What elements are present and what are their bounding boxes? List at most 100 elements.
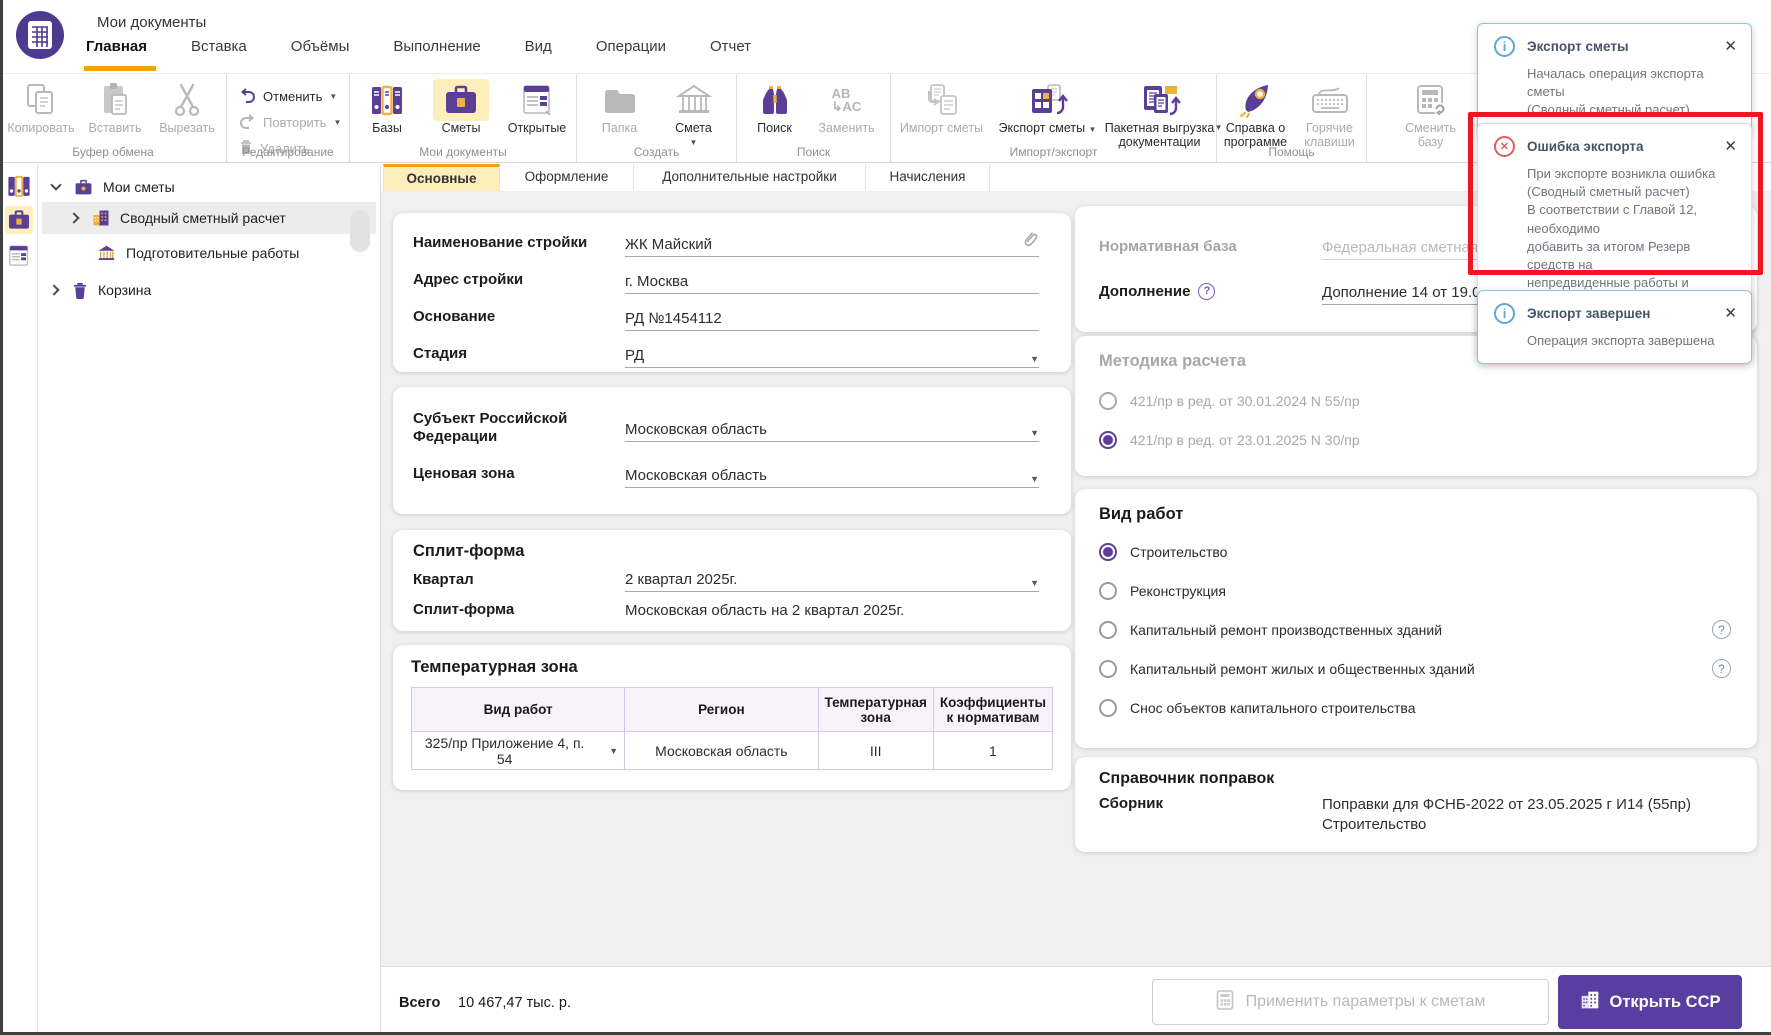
tree-item-trash[interactable]: Корзина (50, 277, 151, 303)
corrections-card: Справочник поправок Сборник Поправки для… (1075, 757, 1757, 852)
region-select[interactable]: Московская область ▼ (625, 414, 1039, 442)
method-option[interactable]: 421/пр в ред. от 23.01.2025 N 30/пр (1099, 420, 1739, 459)
close-icon[interactable]: ✕ (1724, 139, 1737, 154)
work-type-heading: Вид работ (1099, 505, 1731, 524)
replace-ab-ac-icon: AB↳AC (832, 79, 862, 121)
help-icon[interactable]: ? (1712, 659, 1731, 678)
rail-estimates-icon[interactable] (5, 206, 33, 234)
bases-button[interactable]: Базы (352, 79, 422, 135)
chevron-down-icon[interactable]: ▼ (609, 746, 618, 756)
bottom-bar: Всего 10 467,47 тыс. р. Применить параме… (381, 966, 1771, 1032)
work-type-option[interactable]: Капитальный ремонт жилых и общественных … (1099, 649, 1731, 688)
menu-tab-operations[interactable]: Операции (596, 38, 666, 55)
open-ssr-button[interactable]: Открыть ССР (1558, 975, 1742, 1029)
cut-button[interactable]: Вырезать (151, 79, 223, 135)
app-logo-icon (16, 11, 64, 59)
stage-select[interactable]: РД ▼ (625, 340, 1039, 368)
price-zone-select[interactable]: Московская область ▼ (625, 460, 1039, 488)
radio-icon[interactable] (1099, 660, 1117, 678)
work-type-option[interactable]: Строительство (1099, 532, 1731, 571)
menu-tab-view[interactable]: Вид (525, 38, 552, 55)
split-form-card: Сплит-форма Квартал 2 квартал 2025г. ▼ С… (393, 530, 1071, 631)
chevron-down-icon[interactable]: ▼ (1030, 474, 1039, 484)
paperclip-icon[interactable] (1023, 230, 1039, 253)
work-type-option[interactable]: Реконструкция (1099, 571, 1731, 610)
help-icon[interactable]: ? (1198, 283, 1215, 300)
chevron-down-icon[interactable]: ▼ (1030, 428, 1039, 438)
chevron-down-icon[interactable]: ▼ (1030, 578, 1039, 588)
estimate-house-icon (676, 79, 712, 121)
search-button[interactable]: Поиск (742, 79, 808, 135)
chevron-down-icon[interactable] (50, 179, 61, 190)
menu-tab-execution[interactable]: Выполнение (393, 38, 480, 55)
menu-tab-insert[interactable]: Вставка (191, 38, 247, 55)
chevron-down-icon[interactable]: ▼ (1089, 125, 1097, 134)
estimates-button[interactable]: Сметы (422, 79, 500, 135)
chevron-down-icon[interactable]: ▼ (333, 118, 341, 127)
radio-icon[interactable] (1099, 392, 1117, 410)
replace-button[interactable]: AB↳AC Заменить (808, 79, 886, 135)
close-icon[interactable]: ✕ (1724, 306, 1737, 321)
column-header: Вид работ (412, 688, 625, 732)
help-icon[interactable]: ? (1712, 620, 1731, 639)
radio-icon[interactable] (1099, 621, 1117, 639)
app-window: Мои документы Главная Вставка Объёмы Вып… (0, 0, 1771, 1035)
import-estimate-button[interactable]: Импорт сметы (892, 79, 992, 135)
opened-button[interactable]: Открытые (500, 79, 574, 135)
tree-item-preparatory-works[interactable]: Подготовительные работы (97, 240, 299, 266)
field-label: Квартал (413, 571, 625, 589)
toast-title: Экспорт сметы (1527, 39, 1629, 54)
construction-name-field[interactable]: ЖК Майский (625, 229, 1039, 257)
work-type-option[interactable]: Снос объектов капитального строительства (1099, 688, 1731, 727)
tab-additional-settings[interactable]: Дополнительные настройки (634, 164, 866, 191)
copy-icon (24, 79, 58, 121)
about-button[interactable]: Справка о программе (1218, 79, 1294, 150)
close-icon[interactable]: ✕ (1724, 39, 1737, 54)
construction-address-field[interactable]: г. Москва (625, 266, 1039, 294)
radio-icon[interactable] (1099, 699, 1117, 717)
radio-icon[interactable] (1099, 431, 1117, 449)
construction-info-card: Наименование стройки ЖК Майский Адрес ст… (393, 213, 1071, 372)
method-option[interactable]: 421/пр в ред. от 30.01.2024 N 55/пр (1099, 381, 1739, 420)
field-label: Сплит-форма (413, 601, 625, 619)
undo-button[interactable]: Отменить ▼ (239, 85, 337, 108)
paste-button[interactable]: Вставить (79, 79, 151, 135)
tab-appearance[interactable]: Оформление (500, 164, 634, 191)
chevron-right-icon[interactable] (68, 212, 79, 223)
radio-icon[interactable] (1099, 582, 1117, 600)
tree-scrollbar-thumb[interactable] (350, 210, 370, 252)
tree-item-my-estimates[interactable]: Мои сметы (52, 174, 175, 200)
hotkeys-button[interactable]: Горячие клавиши (1294, 79, 1366, 150)
menu-tab-main[interactable]: Главная (86, 38, 147, 55)
work-type-cell[interactable]: 325/пр Приложение 4, п. 54▼ (412, 732, 625, 770)
tab-main-settings[interactable]: Основные (383, 164, 500, 191)
new-estimate-button[interactable]: Смета ▼ (657, 79, 731, 148)
batch-export-button[interactable]: Пакетная выгрузка документации▼ (1104, 79, 1216, 150)
copy-button[interactable]: Копировать (3, 79, 79, 135)
quarter-select[interactable]: 2 квартал 2025г. ▼ (625, 568, 1039, 592)
tree-item-summary-estimate[interactable]: Сводный сметный расчет (70, 205, 286, 231)
menu-tab-report[interactable]: Отчет (710, 38, 751, 55)
basis-field[interactable]: РД №1454112 (625, 303, 1039, 331)
form-row: Сборник Поправки для ФСНБ-2022 от 23.05.… (1099, 795, 1739, 836)
toolbar-group-create: Папка Смета ▼ Создать (577, 74, 737, 162)
temperature-zone-table: Вид работ Регион Температурная зона Коэф… (411, 687, 1053, 770)
total-value: 10 467,47 тыс. р. (458, 995, 571, 1011)
apply-parameters-button[interactable]: Применить параметры к сметам (1152, 979, 1549, 1025)
rail-bases-icon[interactable] (5, 172, 33, 200)
chevron-down-icon[interactable]: ▼ (329, 92, 337, 101)
menu-tab-volumes[interactable]: Объёмы (291, 38, 350, 55)
form-row: Субъект Российской Федерации Московская … (413, 404, 1039, 452)
chevron-right-icon[interactable] (48, 284, 59, 295)
rail-open-docs-icon[interactable] (5, 242, 33, 270)
radio-icon[interactable] (1099, 543, 1117, 561)
change-database-button[interactable]: Сменить базу (1388, 79, 1474, 150)
work-type-option[interactable]: Капитальный ремонт производственных здан… (1099, 610, 1731, 649)
tab-accruals[interactable]: Начисления (866, 164, 990, 191)
bases-icon (369, 79, 405, 121)
redo-button[interactable]: Повторить ▼ (239, 111, 341, 134)
export-estimate-button[interactable]: Экспорт сметы ▼ (992, 79, 1104, 135)
new-folder-button[interactable]: Папка (583, 79, 657, 135)
form-row: Адрес стройки г. Москва (413, 261, 1039, 298)
chevron-down-icon[interactable]: ▼ (1030, 354, 1039, 364)
